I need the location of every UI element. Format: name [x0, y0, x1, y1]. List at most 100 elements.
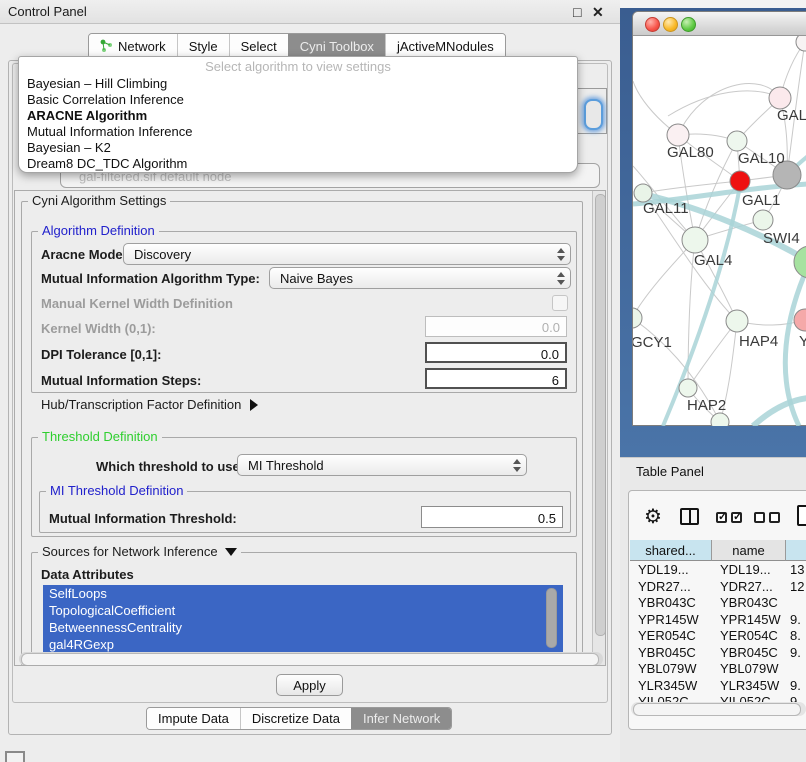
zoom-traffic-light-icon[interactable]	[681, 17, 696, 32]
list-item-selected[interactable]: BetweennessCentrality	[43, 619, 563, 636]
group-title: Threshold Definition	[42, 429, 158, 444]
data-attributes-list: SelfLoops TopologicalCoefficient Between…	[43, 585, 563, 653]
network-node[interactable]	[796, 36, 806, 51]
list-item-selected[interactable]: SelfLoops	[43, 585, 563, 602]
dpi-tolerance-label: DPI Tolerance [0,1]:	[41, 347, 161, 362]
select-all-checkbox-icon[interactable]: ✓	[731, 512, 742, 523]
table-panel-title: Table Panel	[636, 464, 704, 479]
dropdown-item[interactable]: Mutual Information Inference	[19, 124, 577, 140]
combo-value: Discovery	[124, 247, 552, 262]
tab-style[interactable]: Style	[177, 34, 229, 58]
network-node[interactable]	[679, 379, 697, 397]
table-row[interactable]: YDR27...YDR27...12	[630, 579, 806, 596]
tab-label: jActiveMNodules	[397, 39, 494, 54]
table-row[interactable]: YER054CYER054C8.	[630, 628, 806, 645]
table-row[interactable]: YBR045CYBR045C9.	[630, 645, 806, 662]
table-row[interactable]: YBR043CYBR043C	[630, 595, 806, 612]
group-title: Algorithm Definition	[42, 223, 155, 238]
combo-stepper-icon	[552, 248, 570, 261]
network-view-window: GAL GAL80 GAL10 GAL1 GAL11 SWI4 GAL4 GCY…	[632, 11, 806, 426]
column-header-partial[interactable]	[786, 540, 806, 561]
data-attributes-label: Data Attributes	[41, 567, 134, 582]
tab-jactivemnodules[interactable]: jActiveMNodules	[385, 34, 505, 58]
settings-vertical-scrollbar[interactable]	[592, 191, 606, 665]
dropdown-item-selected[interactable]: ARACNE Algorithm	[19, 108, 577, 124]
close-icon[interactable]: ✕	[592, 4, 604, 20]
gear-icon[interactable]: ⚙	[644, 504, 662, 529]
mi-steps-field[interactable]: 6	[425, 368, 567, 389]
deselect-all-checkbox-icon[interactable]	[769, 512, 780, 523]
mi-threshold-field[interactable]: 0.5	[421, 506, 563, 528]
network-node[interactable]	[727, 131, 747, 151]
list-scrollbar-thumb[interactable]	[546, 588, 557, 648]
combo-stepper-focused[interactable]	[584, 99, 603, 130]
expand-right-icon	[250, 399, 258, 411]
combo-value: Naive Bayes	[270, 271, 552, 286]
close-traffic-light-icon[interactable]	[645, 17, 660, 32]
tab-infer-network[interactable]: Infer Network	[351, 708, 451, 729]
network-node[interactable]	[753, 210, 773, 230]
table-row[interactable]: YPR145WYPR145W9.	[630, 612, 806, 629]
scrollbar-thumb[interactable]	[633, 703, 801, 716]
manual-kernel-label: Manual Kernel Width Definition	[41, 296, 233, 311]
list-item-selected[interactable]: gal4RGexp	[43, 636, 563, 653]
column-header-name[interactable]: name	[712, 540, 786, 561]
network-node[interactable]	[794, 309, 806, 331]
apply-button[interactable]: Apply	[276, 674, 343, 696]
float-window-icon[interactable]: □	[573, 4, 581, 20]
combo-stepper-icon	[552, 272, 570, 285]
network-node[interactable]	[667, 124, 689, 146]
column-header-shared-name[interactable]: shared...	[630, 540, 712, 561]
tab-label: Cyni Toolbox	[300, 39, 374, 54]
network-graph-canvas[interactable]: GAL GAL80 GAL10 GAL1 GAL11 SWI4 GAL4 GCY…	[633, 36, 806, 426]
dropdown-item[interactable]: Bayesian – K2	[19, 140, 577, 156]
dropdown-item[interactable]: Bayesian – Hill Climbing	[19, 76, 577, 92]
dropdown-item[interactable]: Dream8 DC_TDC Algorithm	[19, 156, 577, 172]
network-node[interactable]	[726, 310, 748, 332]
network-node[interactable]	[682, 227, 708, 253]
tab-discretize-data[interactable]: Discretize Data	[240, 708, 351, 729]
scrollbar-thumb[interactable]	[21, 653, 599, 666]
which-threshold-combo[interactable]: MI Threshold	[237, 454, 527, 476]
deselect-all-checkbox-icon[interactable]	[754, 512, 765, 523]
settings-horizontal-scrollbar[interactable]	[19, 652, 603, 666]
panel-title: Control Panel	[8, 4, 87, 19]
which-threshold-label: Which threshold to use:	[96, 459, 244, 474]
network-window-titlebar[interactable]	[633, 12, 806, 36]
network-node[interactable]	[633, 308, 642, 328]
scrollbar-thumb[interactable]	[595, 194, 606, 636]
node-label: GAL1	[742, 192, 780, 209]
tab-cyni-toolbox[interactable]: Cyni Toolbox	[288, 34, 385, 58]
aracne-mode-combo[interactable]: Discovery	[123, 243, 571, 265]
mi-threshold-label: Mutual Information Threshold:	[49, 511, 237, 526]
node-label: GAL11	[643, 200, 689, 217]
tab-label: Infer Network	[363, 708, 440, 730]
network-node[interactable]	[769, 87, 791, 109]
table-row[interactable]: YLR345WYLR345W9.	[630, 678, 806, 695]
network-node[interactable]	[711, 413, 729, 426]
tab-network[interactable]: Network	[89, 34, 177, 58]
minimize-traffic-light-icon[interactable]	[663, 17, 678, 32]
table-row[interactable]: YBL079WYBL079W	[630, 661, 806, 678]
hub-definition-expander[interactable]: Hub/Transcription Factor Definition	[41, 397, 258, 412]
export-table-icon[interactable]	[797, 505, 806, 526]
inference-algorithm-combo-fragment	[576, 88, 607, 134]
mi-type-combo[interactable]: Naive Bayes	[269, 267, 571, 289]
columns-icon[interactable]	[680, 508, 699, 525]
screen: Control Panel □ ✕ Network Style Select C…	[0, 0, 806, 762]
tab-impute-data[interactable]: Impute Data	[147, 708, 240, 729]
expand-down-icon[interactable]	[225, 548, 237, 556]
tab-select[interactable]: Select	[229, 34, 288, 58]
table-row[interactable]: YDL19...YDL19...13	[630, 562, 806, 579]
table-horizontal-scrollbar[interactable]	[631, 702, 806, 716]
list-item-selected[interactable]: TopologicalCoefficient	[43, 602, 563, 619]
dpi-tolerance-field[interactable]: 0.0	[425, 342, 567, 363]
manual-kernel-checkbox[interactable]	[552, 295, 568, 311]
select-all-checkbox-icon[interactable]: ✓	[716, 512, 727, 523]
network-node[interactable]	[730, 171, 750, 191]
collapsed-panel-icon[interactable]	[5, 751, 25, 762]
dropdown-item[interactable]: Basic Correlation Inference	[19, 92, 577, 108]
tab-label: Select	[241, 39, 277, 54]
node-label: HAP2	[687, 397, 726, 414]
combo-value: MI Threshold	[238, 458, 508, 473]
